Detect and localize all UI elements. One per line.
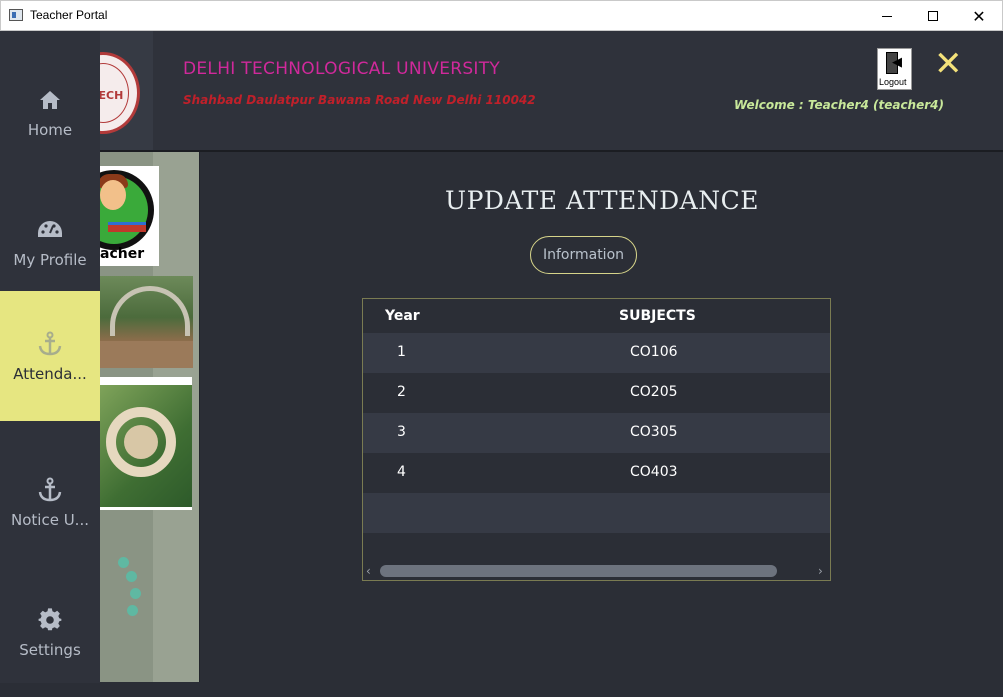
logout-label: Logout (879, 77, 907, 87)
sidebar-item-home[interactable]: Home (0, 47, 100, 177)
cell-subject: CO403 (630, 464, 678, 480)
table-row[interactable]: 4 CO403 (363, 453, 830, 493)
dot (126, 571, 137, 582)
scroll-left-icon[interactable]: ‹ (366, 564, 371, 578)
table-row[interactable]: 1 CO106 (363, 333, 830, 373)
table-row[interactable]: 3 CO305 (363, 413, 830, 453)
gear-icon (35, 605, 65, 635)
dashboard-icon (35, 215, 65, 245)
table-row-empty (363, 533, 830, 562)
cell-year: 2 (397, 384, 406, 400)
sidebar-item-label: Attenda... (13, 365, 87, 383)
cell-year: 4 (397, 464, 406, 480)
column-header-subjects[interactable]: SUBJECTS (619, 308, 696, 324)
column-header-year[interactable]: Year (385, 308, 420, 324)
cell-year: 3 (397, 424, 406, 440)
dot (118, 557, 129, 568)
sidebar-item-my-profile[interactable]: My Profile (0, 177, 100, 307)
campus-gate-image (100, 276, 193, 368)
gate-road (100, 341, 193, 368)
table-row[interactable]: 2 CO205 (363, 373, 830, 413)
app-icon (9, 9, 23, 21)
dot (130, 588, 141, 599)
window-title: Teacher Portal (30, 8, 108, 22)
window-titlebar: Teacher Portal ✕ (0, 0, 1003, 31)
cell-subject: CO106 (630, 344, 678, 360)
window-close-button[interactable]: ✕ (956, 1, 1002, 31)
scroll-right-icon[interactable]: › (818, 564, 823, 578)
sidebar-item-label: Settings (19, 641, 81, 659)
welcome-text: Welcome : Teacher4 (teacher4) (734, 98, 944, 112)
university-name: DELHI TECHNOLOGICAL UNIVERSITY (183, 59, 501, 79)
table-header: Year SUBJECTS (363, 299, 830, 333)
campus-aerial-image (100, 377, 192, 510)
sidebar-item-label: My Profile (13, 251, 87, 269)
maximize-icon (928, 11, 938, 21)
image-panel: acher (100, 152, 200, 682)
sidebar-item-settings[interactable]: Settings (0, 567, 100, 697)
dot (127, 605, 138, 616)
sidebar-item-label: Notice U... (11, 511, 89, 529)
university-address: Shahbad Daulatpur Bawana Road New Delhi … (183, 93, 536, 107)
page-title: UPDATE ATTENDANCE (445, 186, 759, 215)
minimize-button[interactable] (864, 1, 910, 31)
table-row-empty (363, 493, 830, 533)
sidebar-item-attendance[interactable]: Attenda... (0, 291, 100, 421)
home-icon (35, 85, 65, 115)
close-icon[interactable]: ✕ (934, 44, 963, 84)
minimize-icon (882, 15, 892, 17)
teacher-book (108, 222, 146, 232)
teacher-image: acher (100, 166, 159, 266)
sidebar-item-notice-update[interactable]: Notice U... (0, 437, 100, 567)
scroll-thumb[interactable] (380, 565, 777, 577)
information-button[interactable]: Information (530, 236, 637, 274)
cell-subject: CO305 (630, 424, 678, 440)
university-logo: TECH (100, 31, 153, 151)
campus-building-core (124, 425, 158, 459)
subjects-table: Year SUBJECTS 1 CO106 2 CO205 3 CO305 4 … (362, 298, 831, 581)
maximize-button[interactable] (910, 1, 956, 31)
logout-button[interactable]: ◀ Logout (877, 48, 912, 90)
sidebar: Home My Profile Attenda... Notice U... S… (0, 31, 100, 683)
cell-subject: CO205 (630, 384, 678, 400)
cell-year: 1 (397, 344, 406, 360)
teacher-caption: acher (100, 246, 145, 262)
anchor-icon (35, 329, 65, 359)
gate-arch (110, 286, 190, 336)
teacher-face (100, 180, 126, 210)
sidebar-item-label: Home (27, 121, 73, 139)
university-seal-icon: TECH (100, 52, 140, 134)
anchor-icon (35, 475, 65, 505)
horizontal-scrollbar[interactable]: ‹ › (363, 562, 830, 580)
seal-text: TECH (100, 89, 124, 102)
logout-arrow-icon: ◀ (892, 55, 902, 70)
